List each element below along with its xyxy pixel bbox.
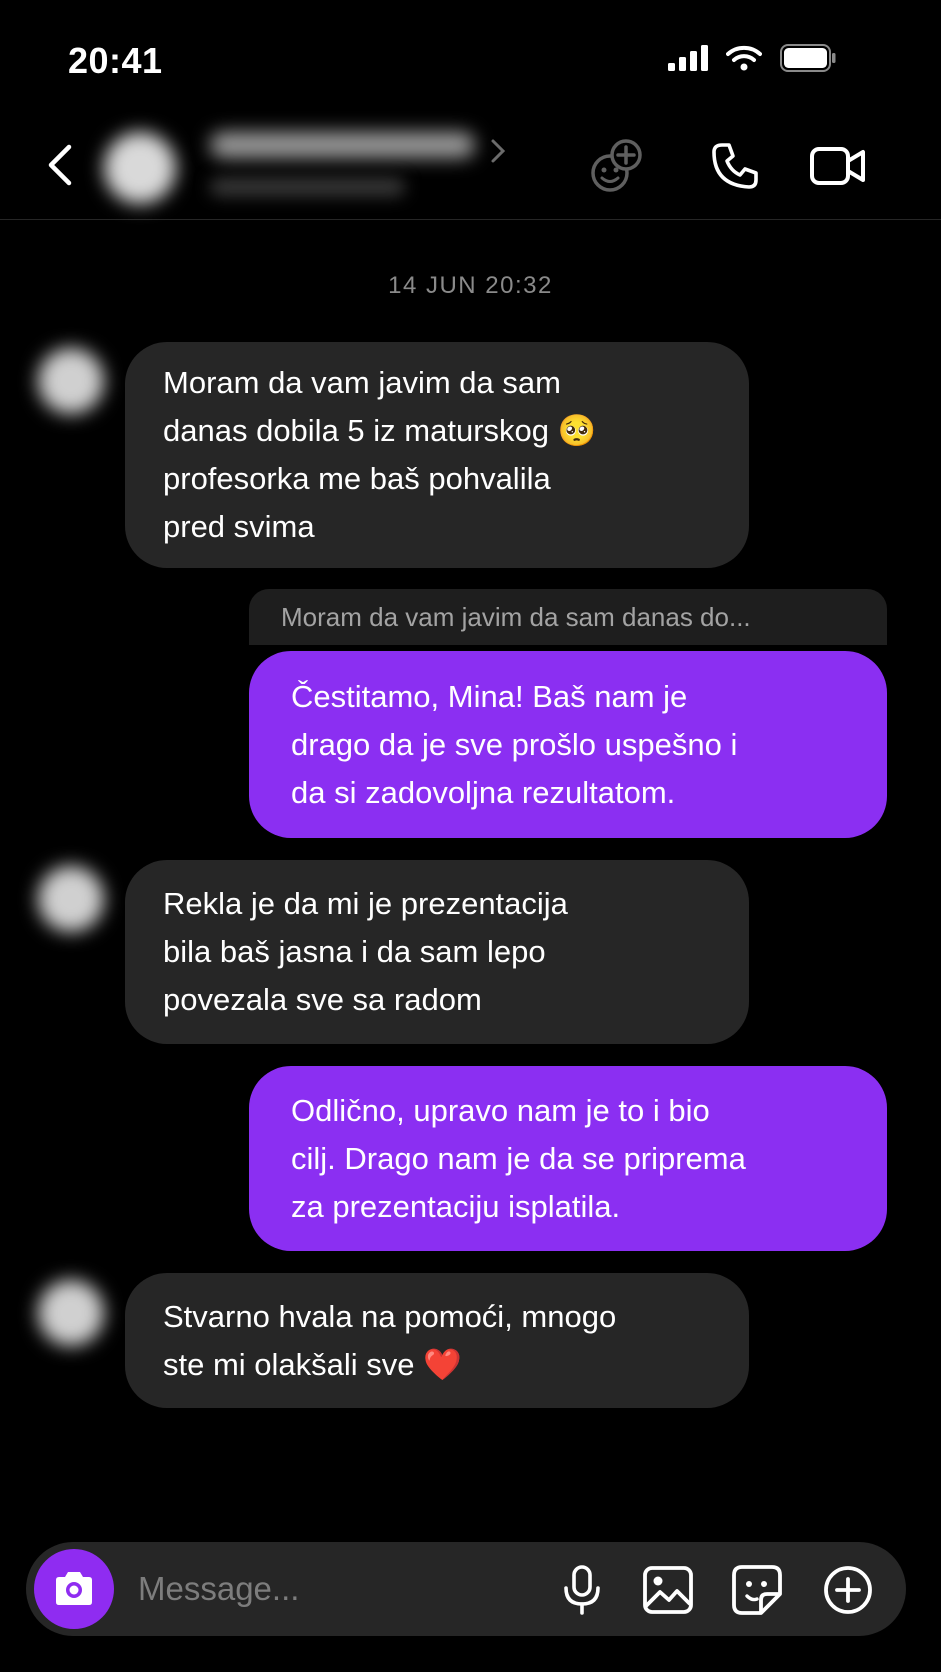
camera-icon [56, 1572, 92, 1605]
contact-name-blurred[interactable] [210, 132, 475, 158]
message-bubble-incoming[interactable]: Rekla je da mi je prezentacija bila baš … [125, 860, 749, 1044]
message-input[interactable] [138, 1564, 538, 1614]
message-text: Moram da vam javim da sam danas dobila 5… [163, 365, 597, 544]
message-text: Čestitamo, Mina! Baš nam je drago da je … [291, 678, 738, 810]
message-bubble-incoming[interactable]: Stvarno hvala na pomoći, mnogo ste mi ol… [125, 1273, 749, 1408]
status-bar: 20:41 [0, 0, 941, 110]
chevron-right-icon[interactable] [490, 138, 506, 171]
sender-avatar[interactable] [38, 866, 104, 932]
sender-avatar[interactable] [38, 348, 104, 414]
reply-preview[interactable]: Moram da vam javim da sam danas do... [249, 589, 887, 645]
microphone-icon [564, 1565, 600, 1615]
wifi-icon [726, 45, 762, 76]
more-button[interactable] [820, 1562, 876, 1618]
message-bubble-outgoing[interactable]: Čestitamo, Mina! Baš nam je drago da je … [249, 651, 887, 838]
add-people-icon [591, 139, 642, 192]
message-timestamp: 14 JUN 20:32 [388, 272, 553, 299]
status-time: 20:41 [68, 40, 163, 81]
phone-icon [712, 143, 758, 189]
sticker-icon [732, 1565, 782, 1615]
message-bubble-outgoing[interactable]: Odlično, upravo nam je to i bio cilj. Dr… [249, 1066, 887, 1251]
back-button[interactable] [40, 140, 80, 190]
camera-button[interactable] [34, 1549, 114, 1629]
status-icons [668, 44, 836, 77]
video-call-button[interactable] [808, 138, 868, 194]
plus-icon [824, 1566, 872, 1614]
signal-icon [668, 45, 708, 76]
chat-header [0, 110, 941, 220]
message-bubble-incoming[interactable]: Moram da vam javim da sam danas dobila 5… [125, 342, 749, 568]
add-people-button[interactable] [585, 138, 645, 194]
call-button[interactable] [705, 138, 765, 194]
message-text: Odlično, upravo nam je to i bio cilj. Dr… [291, 1092, 746, 1224]
sticker-button[interactable] [729, 1562, 785, 1618]
sender-avatar[interactable] [38, 1280, 104, 1346]
message-text: Rekla je da mi je prezentacija bila baš … [163, 886, 568, 1017]
battery-icon [780, 44, 836, 77]
message-composer [26, 1542, 906, 1636]
gallery-icon [643, 1566, 693, 1614]
video-icon [810, 147, 865, 185]
contact-avatar[interactable] [104, 132, 176, 204]
message-text: Stvarno hvala na pomoći, mnogo ste mi ol… [163, 1298, 617, 1382]
back-icon [48, 144, 72, 186]
gallery-button[interactable] [640, 1562, 696, 1618]
voice-message-button[interactable] [554, 1562, 610, 1618]
contact-username-blurred [210, 178, 405, 196]
